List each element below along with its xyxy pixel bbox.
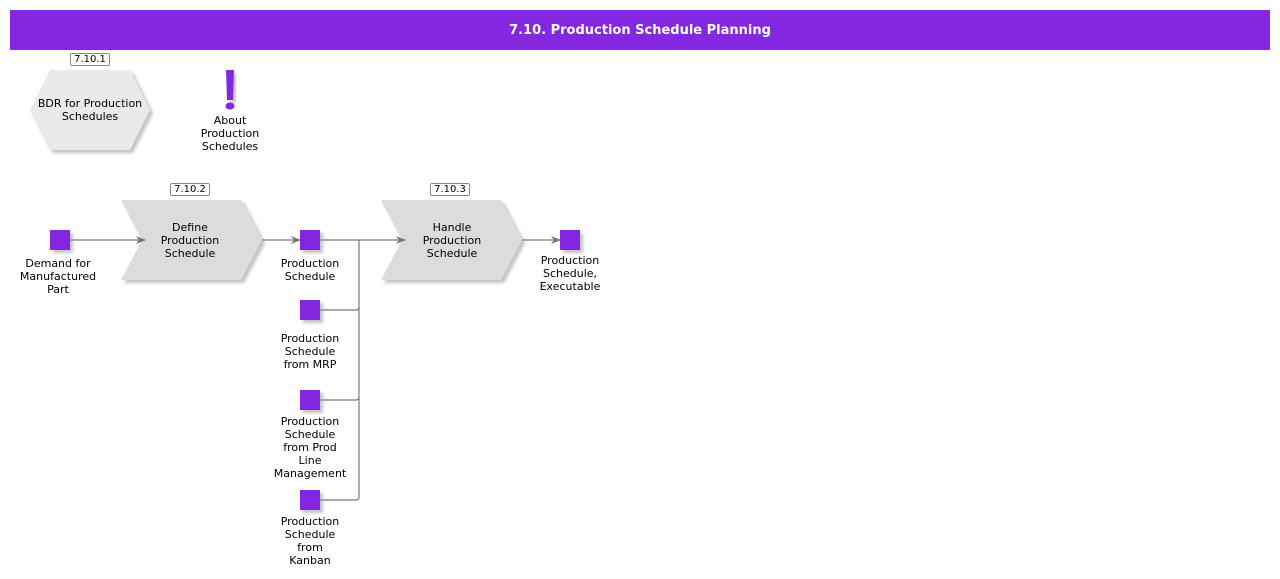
- connector-prod-line: [320, 396, 360, 401]
- exclamation-icon[interactable]: [225, 70, 235, 110]
- about-label: About Production Schedules: [200, 114, 260, 153]
- connector-mrp: [320, 306, 360, 311]
- bdr-id-badge: 7.10.1: [70, 53, 110, 66]
- handle-label: Handle Production Schedule: [422, 221, 482, 260]
- executable-label: Production Schedule, Executable: [539, 254, 601, 293]
- demand-label: Demand for Manufactured Part: [19, 257, 97, 296]
- process-diagram: [30, 70, 580, 510]
- from-mrp-label: Production Schedule from MRP: [280, 332, 340, 371]
- production-schedule-label: Production Schedule: [280, 257, 340, 283]
- from-kanban-label: Production Schedule from Kanban: [280, 515, 340, 567]
- event-demand[interactable]: [50, 230, 70, 250]
- event-schedule-from-prod-line[interactable]: [300, 390, 320, 410]
- event-production-schedule[interactable]: [300, 230, 320, 250]
- event-schedule-from-mrp[interactable]: [300, 300, 320, 320]
- define-label: Define Production Schedule: [160, 221, 220, 260]
- event-schedule-from-kanban[interactable]: [300, 490, 320, 510]
- event-schedule-executable[interactable]: [560, 230, 580, 250]
- from-prod-line-label: Production Schedule from Prod Line Manag…: [273, 415, 347, 480]
- define-id-badge: 7.10.2: [170, 183, 210, 196]
- handle-id-badge: 7.10.3: [430, 183, 470, 196]
- bdr-label: BDR for Production Schedules: [37, 97, 143, 123]
